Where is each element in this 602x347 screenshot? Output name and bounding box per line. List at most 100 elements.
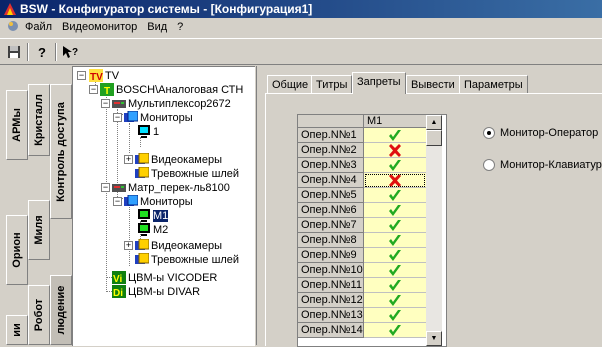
tree-node-alarms2[interactable]: Тревожные шлей (135, 253, 239, 267)
grid-row-header[interactable]: Опер.N№2 (298, 143, 364, 158)
grid-cell[interactable] (364, 248, 426, 263)
app-icon (4, 3, 16, 15)
restrictions-grid[interactable]: M1 Опер.N№1 Опер.N№2 Опер.N№3 Опер.N№4 Опер.… (297, 114, 447, 347)
scroll-up-button[interactable]: ▲ (426, 115, 442, 130)
tree-node-cameras2[interactable]: Видеокамеры (135, 239, 222, 253)
grid-row-header[interactable]: Опер.N№1 (298, 128, 364, 143)
grid-scrollbar[interactable]: ▲ ▼ (426, 115, 442, 346)
grid-row-header[interactable]: Опер.N№8 (298, 233, 364, 248)
check-allowed-icon (389, 309, 401, 321)
check-allowed-icon (389, 129, 401, 141)
svg-text:Di: Di (113, 288, 123, 298)
tab-access-control[interactable]: Контроль доступа (50, 84, 72, 219)
tab-kristall[interactable]: Кристалл (28, 84, 50, 156)
tab-milya[interactable]: Миля (28, 200, 50, 260)
help-button[interactable]: ? (32, 43, 52, 61)
alarms-folder-icon (135, 253, 149, 264)
grid-row-header[interactable]: Опер.N№13 (298, 308, 364, 323)
tree-toggle-monitors[interactable]: − (113, 113, 122, 122)
grid-cell[interactable] (364, 263, 426, 278)
tab-titles[interactable]: Титры (311, 75, 353, 93)
tab-ii[interactable]: ии (6, 315, 28, 345)
grid-cell[interactable] (364, 203, 426, 218)
svg-text:T: T (104, 86, 110, 96)
toolbar: ? ? (0, 38, 602, 65)
tree-toggle-bosch[interactable]: − (89, 85, 98, 94)
tab-robot[interactable]: Робот (28, 285, 50, 345)
help-question-icon: ? (38, 45, 46, 60)
menu-help[interactable]: ? (172, 18, 188, 37)
tab-restrictions[interactable]: Запреты (352, 72, 406, 94)
tree-node-matrix[interactable]: Матр_перек-ль8100 (112, 181, 230, 195)
grid-cell[interactable] (364, 308, 426, 323)
grid-cell[interactable] (364, 188, 426, 203)
grid-column-header[interactable]: M1 (364, 115, 426, 128)
monitor-active-icon (138, 223, 150, 236)
check-allowed-icon (389, 219, 401, 231)
scroll-down-button[interactable]: ▼ (426, 331, 442, 346)
monitors-folder-icon (124, 195, 138, 206)
tree-node-tv[interactable]: TV TV (89, 69, 119, 83)
context-help-button[interactable]: ? (60, 43, 80, 61)
config-tree: − TV TV − T BOSCH\Аналоговая СТН − Мультип… (72, 66, 255, 346)
grid-row-header[interactable]: Опер.N№12 (298, 293, 364, 308)
tree-node-m2[interactable]: M2 (137, 223, 168, 237)
tree-toggle-cameras[interactable]: + (124, 155, 133, 164)
grid-cell[interactable] (364, 143, 426, 158)
grid-row-header[interactable]: Опер.N№4 (298, 173, 364, 188)
grid-row-header[interactable]: Опер.N№6 (298, 203, 364, 218)
tree-node-monitors[interactable]: Мониторы (124, 111, 193, 125)
grid-cell[interactable] (364, 278, 426, 293)
grid-cell[interactable] (364, 158, 426, 173)
tree-toggle-matrix[interactable]: − (101, 183, 110, 192)
grid-row-header[interactable]: Опер.N№9 (298, 248, 364, 263)
scroll-thumb[interactable] (426, 130, 442, 146)
tree-node-cameras[interactable]: Видеокамеры (135, 153, 222, 167)
grid-row-header[interactable]: Опер.N№10 (298, 263, 364, 278)
grid-row-header[interactable]: Опер.N№11 (298, 278, 364, 293)
tree-toggle-tv[interactable]: − (77, 71, 86, 80)
bosch-device-icon: T (100, 83, 114, 96)
check-allowed-icon (389, 204, 401, 216)
menu-videomonitor[interactable]: Видеомонитор (57, 18, 142, 37)
properties-panel: Общие Титры Запреты Вывести Параметры M1… (256, 66, 602, 347)
cross-denied-icon (389, 143, 401, 157)
menu-view[interactable]: Вид (142, 18, 172, 37)
tree-node-vicoder[interactable]: Vi ЦВМ-ы VICODER (112, 271, 217, 285)
grid-cell[interactable] (364, 128, 426, 143)
tree-node-multiplexer[interactable]: Мультиплексор2672 (112, 97, 231, 111)
tab-surveillance[interactable]: людение (50, 275, 72, 345)
tree-node-monitor-1[interactable]: 1 (137, 125, 159, 139)
system-menu-icon[interactable] (6, 19, 20, 33)
radio-monitor-keyboard[interactable]: Монитор-Клавиатура (483, 158, 602, 172)
tree-node-monitors2[interactable]: Мониторы (124, 195, 193, 209)
tab-orion[interactable]: Орион (6, 215, 28, 285)
grid-row-header[interactable]: Опер.N№14 (298, 323, 364, 338)
radio-monitor-operator[interactable]: Монитор-Оператор (483, 126, 598, 140)
grid-cell[interactable] (364, 218, 426, 233)
grid-cell[interactable] (364, 173, 426, 188)
grid-row-header[interactable]: Опер.N№7 (298, 218, 364, 233)
grid-cell[interactable] (364, 233, 426, 248)
tree-toggle-monitors2[interactable]: − (113, 197, 122, 206)
cameras-folder-icon (135, 153, 149, 164)
tab-arms[interactable]: АРМы (6, 90, 28, 160)
tv-icon: TV (89, 69, 103, 82)
tree-toggle-multiplexer[interactable]: − (101, 99, 110, 108)
grid-row-header[interactable]: Опер.N№5 (298, 188, 364, 203)
grid-cell[interactable] (364, 293, 426, 308)
cameras-folder-icon (135, 239, 149, 250)
grid-cell[interactable] (364, 323, 426, 338)
menu-file[interactable]: Файл (20, 18, 57, 37)
tree-node-bosch[interactable]: T BOSCH\Аналоговая СТН (100, 83, 243, 97)
check-allowed-icon (389, 264, 401, 276)
tab-general[interactable]: Общие (267, 75, 314, 93)
tab-parameters[interactable]: Параметры (459, 75, 528, 93)
tree-node-divar[interactable]: Di ЦВМ-ы DIVAR (112, 285, 200, 299)
tree-toggle-cameras2[interactable]: + (124, 241, 133, 250)
grid-row-header[interactable]: Опер.N№3 (298, 158, 364, 173)
tree-node-alarms[interactable]: Тревожные шлей (135, 167, 239, 181)
tab-output[interactable]: Вывести (406, 75, 460, 93)
tree-node-m1[interactable]: M1 (137, 209, 169, 223)
save-button[interactable] (4, 43, 24, 61)
